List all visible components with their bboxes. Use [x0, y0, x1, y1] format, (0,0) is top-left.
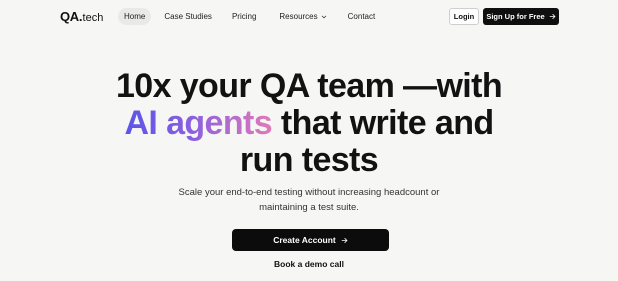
- login-button[interactable]: Login: [449, 8, 479, 25]
- nav-link-case-studies[interactable]: Case Studies: [158, 8, 218, 25]
- nav-link-contact[interactable]: Contact: [342, 8, 382, 25]
- hero-title-line-2-rest: that write and: [272, 104, 494, 142]
- nav-link-resources-label: Resources: [279, 12, 318, 21]
- nav-link-pricing[interactable]: Pricing: [226, 8, 262, 25]
- top-nav: QA. tech Home Case Studies Pricing Resour…: [0, 0, 618, 34]
- hero-title-highlight: AI agents: [124, 104, 273, 142]
- signup-button[interactable]: Sign Up for Free: [483, 8, 559, 25]
- chevron-down-icon: [321, 15, 326, 18]
- hero-title-line-3: run tests: [239, 141, 379, 179]
- hero-title: 10x your QA team —with AI agents that wr…: [0, 68, 618, 179]
- book-demo-link[interactable]: Book a demo call: [0, 259, 618, 269]
- hero-title-line-1: 10x your QA team —with: [115, 67, 503, 105]
- hero-subtitle: Scale your end-to-end testing without in…: [0, 185, 618, 215]
- nav-link-resources[interactable]: Resources: [273, 8, 332, 25]
- landing-page: QA. tech Home Case Studies Pricing Resour…: [0, 0, 618, 281]
- logo-main: QA: [60, 9, 79, 24]
- nav-links: Home Case Studies Pricing Resources Cont…: [118, 8, 381, 25]
- logo[interactable]: QA. tech: [60, 9, 103, 24]
- nav-link-home[interactable]: Home: [118, 8, 152, 25]
- create-account-button-label: Create Account: [273, 235, 336, 245]
- arrow-right-icon: [341, 237, 348, 243]
- hero-subtitle-line-1: Scale your end-to-end testing without in…: [178, 187, 440, 198]
- hero-subtitle-line-2: maintaining a test suite.: [259, 202, 359, 213]
- hero-title-line-2: AI agents that write and: [0, 105, 618, 142]
- logo-suffix: tech: [82, 12, 104, 24]
- signup-button-label: Sign Up for Free: [486, 12, 545, 21]
- create-account-button[interactable]: Create Account: [232, 229, 389, 251]
- arrow-right-icon: [549, 13, 556, 20]
